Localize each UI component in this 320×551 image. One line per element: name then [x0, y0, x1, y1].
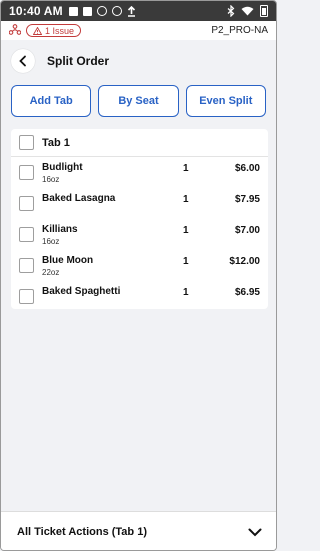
item-modifier: 22oz [42, 268, 60, 277]
item-checkbox[interactable] [19, 196, 34, 211]
chevron-down-icon[interactable] [248, 528, 262, 537]
tab-label: Tab 1 [42, 136, 70, 149]
item-names: Baked Lasagna [42, 193, 162, 205]
app-notification-icon [82, 6, 92, 16]
network-icon[interactable] [8, 23, 22, 38]
by-seat-button[interactable]: By Seat [98, 85, 179, 117]
back-button[interactable] [11, 49, 35, 73]
status-time: 10:40 AM [9, 4, 63, 18]
item-name: Blue Moon [42, 255, 94, 266]
even-split-button[interactable]: Even Split [185, 85, 266, 117]
item-price: $7.95 [234, 194, 260, 205]
app-frame: 10:40 AM 1 Issue P2_PRO-NA Split Order A… [0, 0, 277, 551]
item-qty: 1 [183, 225, 189, 236]
app-topbar: 1 Issue P2_PRO-NA [1, 21, 276, 40]
item-checkbox[interactable] [19, 227, 34, 242]
list-item[interactable]: Killians 16oz 1 $7.00 [11, 219, 268, 250]
system-status-bar: 10:40 AM [1, 1, 276, 21]
image-notification-icon [68, 6, 78, 16]
item-price: $12.00 [229, 256, 260, 267]
issue-badge[interactable]: 1 Issue [26, 24, 82, 37]
item-names: Blue Moon 22oz [42, 255, 162, 278]
item-name: Killians [42, 224, 78, 235]
upload-icon [127, 5, 135, 17]
warning-icon [33, 26, 42, 35]
sync-notification-icon [96, 6, 107, 16]
page-title: Split Order [47, 54, 110, 68]
ticket-actions-label: All Ticket Actions (Tab 1) [17, 526, 147, 538]
list-item[interactable]: Baked Spaghetti 1 $6.95 [11, 281, 268, 312]
sync-notification-icon-2 [111, 6, 122, 16]
list-item[interactable]: Baked Lasagna 1 $7.95 [11, 188, 268, 219]
item-checkbox[interactable] [19, 289, 34, 304]
item-qty: 1 [183, 163, 189, 174]
item-price: $6.95 [234, 287, 260, 298]
split-actions: Add Tab By Seat Even Split [1, 82, 276, 118]
wifi-icon [241, 6, 254, 16]
item-names: Budlight 16oz [42, 162, 162, 185]
item-checkbox[interactable] [19, 165, 34, 180]
add-tab-button[interactable]: Add Tab [11, 85, 92, 117]
item-modifier: 16oz [42, 175, 60, 184]
list-item[interactable]: Budlight 16oz 1 $6.00 [11, 157, 268, 188]
item-price: $7.00 [234, 225, 260, 236]
issue-count: 1 Issue [45, 25, 75, 36]
notification-icons [68, 5, 136, 17]
item-qty: 1 [183, 256, 189, 267]
item-qty: 1 [183, 287, 189, 298]
item-name: Budlight [42, 162, 83, 173]
item-name: Baked Spaghetti [42, 286, 121, 297]
tab-card: Tab 1 Budlight 16oz 1 $6.00 Baked Lasagn… [11, 129, 268, 309]
page-header: Split Order [1, 40, 276, 82]
list-item[interactable]: Blue Moon 22oz 1 $12.00 [11, 250, 268, 281]
item-modifier: 16oz [42, 237, 60, 246]
item-qty: 1 [183, 194, 189, 205]
tab-select-checkbox[interactable] [19, 135, 34, 150]
battery-icon [260, 5, 268, 17]
chevron-left-icon [19, 55, 26, 67]
item-name: Baked Lasagna [42, 193, 116, 204]
item-checkbox[interactable] [19, 258, 34, 273]
ticket-actions-bar[interactable]: All Ticket Actions (Tab 1) [1, 511, 276, 550]
device-name: P2_PRO-NA [211, 25, 268, 36]
bluetooth-icon [227, 5, 235, 17]
system-icons [227, 5, 268, 17]
item-names: Killians 16oz [42, 224, 162, 247]
tab-header: Tab 1 [11, 129, 268, 157]
item-price: $6.00 [234, 163, 260, 174]
item-names: Baked Spaghetti [42, 286, 162, 298]
